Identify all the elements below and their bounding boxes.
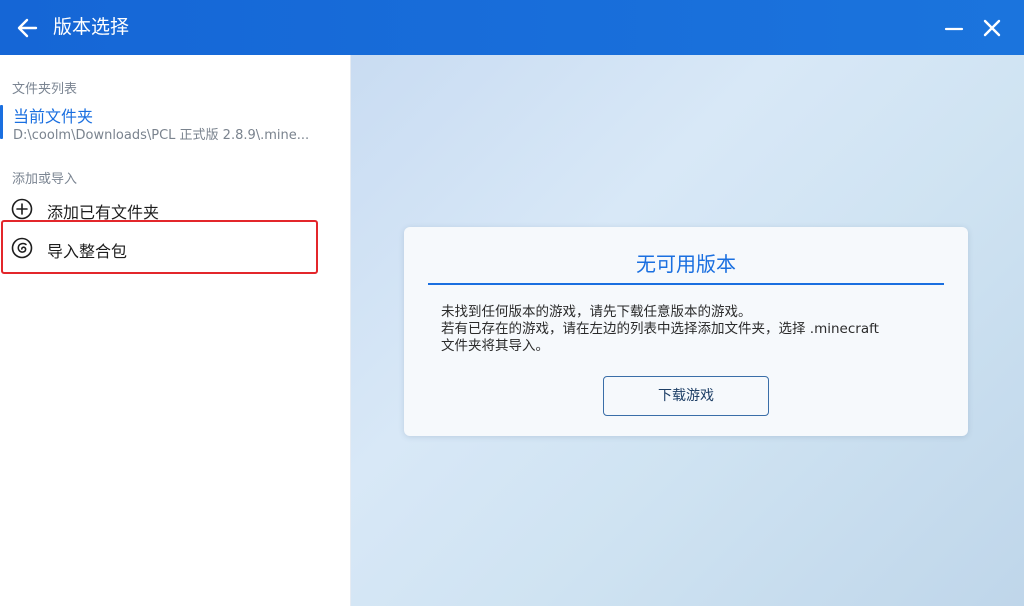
title-bar: 版本选择 bbox=[0, 0, 1024, 55]
close-button[interactable] bbox=[978, 14, 1006, 42]
folder-list-heading: 文件夹列表 bbox=[12, 82, 78, 97]
minimize-button[interactable] bbox=[940, 14, 968, 42]
sidebar: 文件夹列表 当前文件夹 D:\coolm\Downloads\PCL 正式版 2… bbox=[0, 55, 351, 606]
back-button[interactable] bbox=[14, 14, 42, 42]
card-divider bbox=[428, 283, 944, 285]
arrow-left-icon bbox=[17, 18, 38, 38]
card-message-line: 未找到任何版本的游戏，请先下载任意版本的游戏。 bbox=[441, 304, 752, 320]
highlight-annotation bbox=[1, 220, 318, 274]
card-message-line: 文件夹将其导入。 bbox=[441, 338, 549, 354]
card-message-line: 若有已存在的游戏，请在左边的列表中选择添加文件夹，选择 .minecraft bbox=[441, 321, 879, 337]
window-title: 版本选择 bbox=[53, 16, 130, 38]
card-message: 未找到任何版本的游戏，请先下载任意版本的游戏。 若有已存在的游戏，请在左边的列表… bbox=[441, 304, 879, 355]
current-folder-item[interactable]: 当前文件夹 D:\coolm\Downloads\PCL 正式版 2.8.9\.… bbox=[0, 103, 350, 143]
current-folder-path: D:\coolm\Downloads\PCL 正式版 2.8.9\.mine..… bbox=[13, 128, 310, 143]
no-version-card: 无可用版本 未找到任何版本的游戏，请先下载任意版本的游戏。 若有已存在的游戏，请… bbox=[404, 227, 968, 436]
add-import-heading: 添加或导入 bbox=[12, 172, 78, 187]
close-icon bbox=[983, 19, 1001, 37]
add-circle-icon bbox=[11, 198, 33, 220]
card-title: 无可用版本 bbox=[636, 252, 736, 276]
download-game-button[interactable]: 下载游戏 bbox=[603, 376, 769, 416]
selected-indicator bbox=[0, 105, 3, 139]
minimize-icon bbox=[944, 27, 964, 31]
